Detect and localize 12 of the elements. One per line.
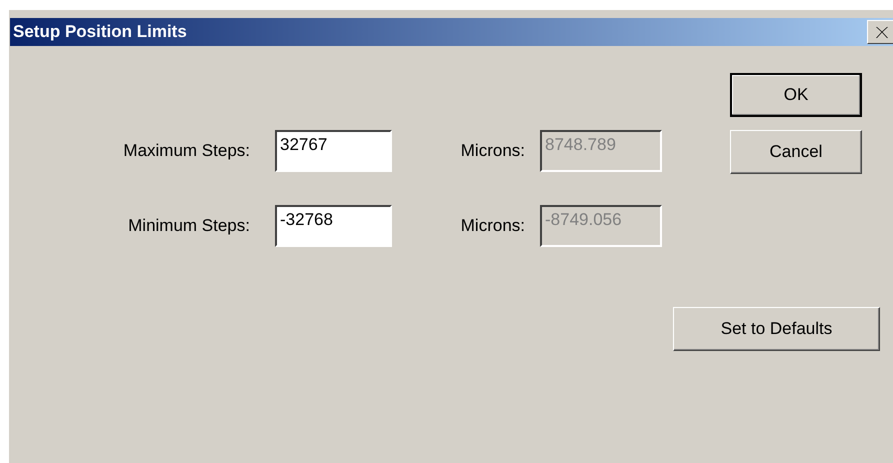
defaults-button[interactable]: Set to Defaults [673, 307, 880, 351]
ok-button[interactable]: OK [730, 73, 862, 117]
window-title: Setup Position Limits [13, 22, 187, 42]
close-icon [876, 26, 888, 38]
steps-field[interactable]: -32768 [275, 205, 392, 247]
cancel-button[interactable]: Cancel [730, 130, 862, 174]
close-button[interactable] [867, 20, 893, 44]
field-label: Microns: [460, 216, 525, 236]
field-label: Minimum Steps: [128, 216, 250, 236]
field-label: Maximum Steps: [123, 141, 250, 161]
steps-field[interactable]: 32767 [275, 130, 392, 172]
field-label: Microns: [460, 141, 525, 161]
